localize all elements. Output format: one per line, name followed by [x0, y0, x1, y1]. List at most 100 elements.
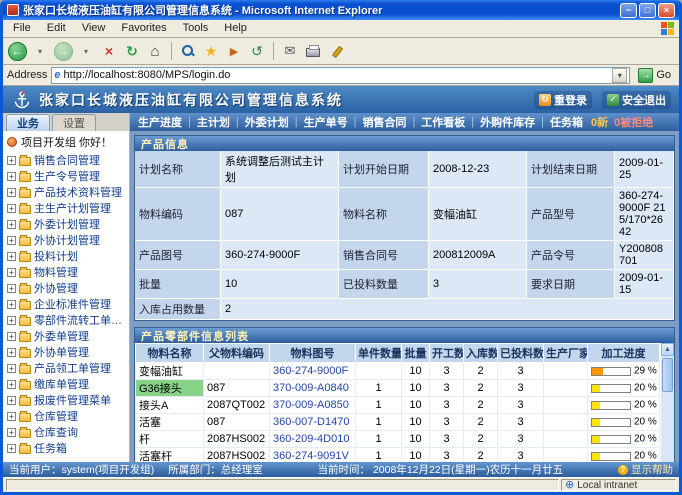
sidebar-item[interactable]: +外协计划管理 — [3, 232, 129, 248]
sidebar-item[interactable]: +外协管理 — [3, 280, 129, 296]
toolbar-button-back[interactable]: ← — [7, 40, 27, 62]
sidebar-item[interactable]: +外委计划管理 — [3, 216, 129, 232]
table-row[interactable]: 变幅油缸360-274-9000F1032329 % — [136, 363, 660, 380]
toolbar-button-print[interactable] — [303, 40, 323, 62]
sidebar-item[interactable]: +销售合同管理 — [3, 152, 129, 168]
menu-item-favorites[interactable]: Favorites — [113, 20, 174, 37]
expand-icon[interactable]: + — [7, 188, 16, 197]
close-button[interactable]: × — [658, 3, 675, 18]
menu-item-tools[interactable]: Tools — [175, 20, 217, 37]
sidebar-item[interactable]: +报废件管理菜单 — [3, 392, 129, 408]
menu-item-help[interactable]: Help — [216, 20, 255, 37]
expand-icon[interactable]: + — [7, 316, 16, 325]
tab-business[interactable]: 业务 — [6, 114, 50, 131]
info-value: 200812009A — [429, 241, 527, 270]
scroll-up-button[interactable]: ▲ — [661, 343, 674, 356]
sidebar-item[interactable]: +物料管理 — [3, 264, 129, 280]
expand-icon[interactable]: + — [7, 332, 16, 341]
menu-item-view[interactable]: View — [74, 20, 114, 37]
sidebar-item[interactable]: +产品领工单管理 — [3, 360, 129, 376]
address-dropdown-button[interactable]: ▾ — [612, 68, 627, 83]
sidebar-item[interactable]: +主生产计划管理 — [3, 200, 129, 216]
nav-item[interactable]: 主计划 — [197, 114, 230, 130]
info-label: 产品令号 — [527, 241, 615, 270]
expand-icon[interactable]: + — [7, 444, 16, 453]
toolbar-button-favorites[interactable]: ★ — [201, 40, 221, 62]
expand-icon[interactable]: + — [7, 380, 16, 389]
logout-button[interactable]: ✓ 安全退出 — [602, 91, 671, 109]
toolbar-button-media[interactable]: ▶ — [224, 40, 244, 62]
sidebar-item[interactable]: +任务箱 — [3, 440, 129, 456]
info-label: 要求日期 — [527, 270, 615, 299]
toolbar-button-forward[interactable]: → — [53, 40, 73, 62]
nav-item[interactable]: 生产单号 — [304, 114, 348, 130]
tab-settings[interactable]: 设置 — [52, 114, 96, 131]
expand-icon[interactable]: + — [7, 348, 16, 357]
table-row[interactable]: 活塞087360-007-D147011032320 % — [136, 414, 660, 431]
table-cell: 2 — [464, 448, 498, 463]
history-icon: ↺ — [251, 43, 263, 60]
expand-icon[interactable]: + — [7, 364, 16, 373]
expand-icon[interactable]: + — [7, 300, 16, 309]
sidebar-item[interactable]: +企业标准件管理 — [3, 296, 129, 312]
nav-item[interactable]: 工作看板 — [421, 114, 465, 130]
menu-item-file[interactable]: File — [5, 20, 39, 37]
scroll-track[interactable] — [661, 356, 674, 462]
expand-icon[interactable]: + — [7, 220, 16, 229]
minimize-button[interactable]: − — [620, 3, 637, 18]
sidebar-item[interactable]: +投料计划 — [3, 248, 129, 264]
info-label: 计划名称 — [135, 151, 221, 188]
expand-icon[interactable]: + — [7, 204, 16, 213]
info-label: 物料名称 — [339, 188, 429, 241]
maximize-button[interactable]: □ — [639, 3, 656, 18]
scroll-thumb[interactable] — [662, 358, 673, 392]
sidebar-item[interactable]: +产品技术资料管理 — [3, 184, 129, 200]
progress-fill — [592, 368, 603, 375]
toolbar-button-home[interactable]: ⌂ — [145, 40, 165, 62]
expand-icon[interactable]: + — [7, 284, 16, 293]
address-input[interactable] — [63, 69, 612, 81]
expand-icon[interactable]: + — [7, 428, 16, 437]
greeting-text: 项目开发组 你好！ — [21, 134, 112, 150]
menu-item-edit[interactable]: Edit — [39, 20, 74, 37]
toolbar-button-search[interactable] — [178, 40, 198, 62]
expand-icon[interactable]: + — [7, 268, 16, 277]
nav-item[interactable]: 生产进度 — [138, 114, 182, 130]
toolbar-button-edit[interactable] — [326, 40, 346, 62]
go-button[interactable]: → Go — [634, 68, 675, 83]
table-row[interactable]: 接头A2087QT002370-009-A085011032320 % — [136, 397, 660, 414]
expand-icon[interactable]: + — [7, 172, 16, 181]
expand-icon[interactable]: + — [7, 252, 16, 261]
product-info-title: 产品信息 — [141, 136, 189, 152]
expand-icon[interactable]: + — [7, 412, 16, 421]
table-row[interactable]: G36接头087370-009-A084011032320 % — [136, 380, 660, 397]
sidebar-item[interactable]: +仓库查询 — [3, 424, 129, 440]
relogin-button[interactable]: ↻ 重登录 — [534, 91, 592, 109]
nav-item[interactable]: 外购件库存 — [480, 114, 535, 130]
expand-icon[interactable]: + — [7, 156, 16, 165]
table-row[interactable]: 杆2087HS002360-209-4D01011032320 % — [136, 431, 660, 448]
nav-item[interactable]: 销售合同 — [362, 114, 406, 130]
nav-item[interactable]: 外委计划 — [245, 114, 289, 130]
toolbar-button-stop[interactable]: × — [99, 40, 119, 62]
table-row[interactable]: 活塞杆2087HS002360-274-9091V11032320 % — [136, 448, 660, 463]
sidebar-item[interactable]: +外协单管理 — [3, 344, 129, 360]
sidebar-item[interactable]: +零部件流转工单管理 — [3, 312, 129, 328]
toolbar-button-refresh[interactable]: ↻ — [122, 40, 142, 62]
sidebar-item[interactable]: +外委单管理 — [3, 328, 129, 344]
print-icon — [306, 48, 320, 57]
toolbar-button-mail[interactable]: ✉ — [280, 40, 300, 62]
toolbar-button-history[interactable]: ↺ — [247, 40, 267, 62]
toolbar-button-forward-dropdown[interactable]: ▾ — [76, 40, 96, 62]
show-help-link[interactable]: ? 显示帮助 — [618, 462, 673, 477]
sidebar-item[interactable]: +生产令号管理 — [3, 168, 129, 184]
expand-icon[interactable]: + — [7, 396, 16, 405]
nav-item[interactable]: 任务箱 — [550, 114, 583, 130]
title-bar[interactable]: 张家口长城液压油缸有限公司管理信息系统 - Microsoft Internet… — [3, 0, 679, 20]
progress-bar — [591, 367, 631, 376]
parts-scrollbar[interactable]: ▲ ▼ — [660, 343, 674, 462]
expand-icon[interactable]: + — [7, 236, 16, 245]
sidebar-item[interactable]: +仓库管理 — [3, 408, 129, 424]
toolbar-button-back-dropdown[interactable]: ▾ — [30, 40, 50, 62]
sidebar-item[interactable]: +缴库单管理 — [3, 376, 129, 392]
